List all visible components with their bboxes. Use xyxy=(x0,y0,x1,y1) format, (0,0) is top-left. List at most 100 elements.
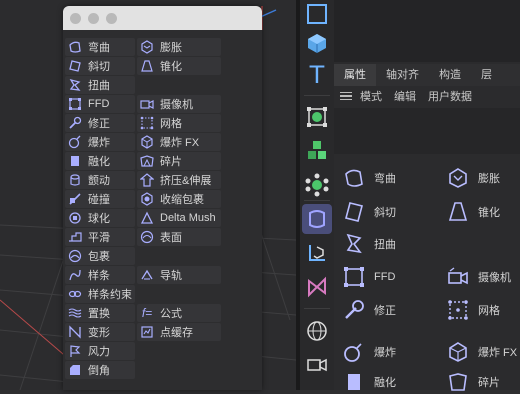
tab-axis-align[interactable]: 轴对齐 xyxy=(376,64,429,86)
menu-item-displacer[interactable]: 置换 xyxy=(65,304,135,322)
wrench-icon xyxy=(69,116,82,129)
tab-construct[interactable]: 构造 xyxy=(429,64,471,86)
menu-item-spherify[interactable]: 球化 xyxy=(65,209,135,227)
menu-item-rail[interactable]: 导轨 xyxy=(137,266,221,284)
generator-tool-button[interactable] xyxy=(302,102,332,132)
minimize-button[interactable] xyxy=(88,12,99,24)
menu-item-wind[interactable]: 风力 xyxy=(65,342,135,360)
cloner-tool-button[interactable] xyxy=(302,170,332,200)
menu-item-camera[interactable]: 摄像机 xyxy=(137,95,221,113)
shatter-icon xyxy=(140,155,154,167)
menu-label: 样条约束 xyxy=(88,289,132,301)
subtab-edit[interactable]: 编辑 xyxy=(394,88,416,104)
null-tool-button[interactable] xyxy=(302,238,332,268)
menu-item-ffd[interactable]: FFD xyxy=(65,95,135,113)
maximize-button[interactable] xyxy=(106,12,117,24)
grid-item-twist[interactable]: 扭曲 xyxy=(342,232,396,256)
bend-icon xyxy=(69,41,81,53)
jiggle-icon xyxy=(70,174,80,186)
menu-item-bulge[interactable]: 膨胀 xyxy=(137,38,221,56)
camera-deformer-icon xyxy=(448,267,468,285)
menu-label: 导轨 xyxy=(160,270,182,282)
camera-icon xyxy=(307,358,327,372)
menu-item-squash-stretch[interactable]: 挤压&伸展 xyxy=(137,171,221,189)
menu-item-smoothing[interactable]: 平滑 xyxy=(65,228,135,246)
tab-layers[interactable]: 层 xyxy=(471,64,502,86)
grid-item-ffd[interactable]: FFD xyxy=(342,265,395,289)
menu-item-correction[interactable]: 修正 xyxy=(65,114,135,132)
spline-wrap-icon xyxy=(68,290,82,298)
grid-item-bulge[interactable]: 膨胀 xyxy=(446,166,500,190)
menu-item-formula[interactable]: f= 公式 xyxy=(137,304,221,322)
array-tool-button[interactable] xyxy=(302,136,332,166)
menu-item-jiggle[interactable]: 颤动 xyxy=(65,171,135,189)
menu-label: 样条 xyxy=(88,270,110,282)
melt-icon xyxy=(348,374,360,390)
menu-item-spline[interactable]: 样条 xyxy=(65,266,135,284)
menu-item-taper[interactable]: 锥化 xyxy=(137,57,221,75)
camera-tool-button[interactable] xyxy=(302,350,332,380)
grid-item-shear[interactable]: 斜切 xyxy=(342,200,396,224)
menu-item-spline-wrap[interactable]: 样条约束 xyxy=(65,285,135,303)
menu-item-explosion[interactable]: 爆炸 xyxy=(65,133,135,151)
scene-tool-button[interactable] xyxy=(302,272,332,302)
menu-label: 碎片 xyxy=(160,156,182,168)
grid-item-explosion[interactable]: 爆炸 xyxy=(342,340,396,364)
menu-item-morph[interactable]: 变形 xyxy=(65,323,135,341)
grid-label-taper: 锥化 xyxy=(478,207,500,219)
menu-label: 收缩包裹 xyxy=(160,194,204,206)
bend-deformer-icon xyxy=(309,210,325,228)
grid-item-camera[interactable]: 摄像机 xyxy=(446,265,511,289)
menu-item-explosion-fx[interactable]: 爆炸 FX xyxy=(137,133,221,151)
rectangle-tool-button[interactable] xyxy=(302,0,332,30)
menu-item-shatter[interactable]: 碎片 xyxy=(137,152,221,170)
globe-icon xyxy=(307,321,327,341)
hamburger-icon[interactable] xyxy=(340,90,352,103)
menu-item-melt[interactable]: 融化 xyxy=(65,152,135,170)
menu-item-surface[interactable]: 表面 xyxy=(137,228,221,246)
tab-attributes[interactable]: 属性 xyxy=(334,64,376,86)
displacer-icon xyxy=(68,308,82,318)
bend-icon xyxy=(345,169,363,187)
cube-icon xyxy=(308,34,326,53)
mesh-icon xyxy=(140,116,154,130)
menu-label: 置换 xyxy=(88,308,110,320)
menu-item-mesh[interactable]: 网格 xyxy=(137,114,221,132)
menu-label: 包裹 xyxy=(88,251,110,263)
deformer-tool-button[interactable] xyxy=(302,204,332,234)
menu-item-collision[interactable]: 碰撞 xyxy=(65,190,135,208)
environment-tool-button[interactable] xyxy=(302,316,332,346)
close-button[interactable] xyxy=(70,12,81,24)
attribute-content xyxy=(334,108,520,154)
grid-item-mesh[interactable]: 网格 xyxy=(446,298,500,322)
formula-icon: f= xyxy=(141,306,153,320)
menu-item-bend[interactable]: 弯曲 xyxy=(65,38,135,56)
grid-item-taper[interactable]: 锥化 xyxy=(446,200,500,224)
grid-item-melt[interactable]: 融化 xyxy=(342,370,396,394)
grid-item-explosion-fx[interactable]: 爆炸 FX xyxy=(446,340,517,364)
window-titlebar[interactable] xyxy=(63,6,262,30)
menu-label: 球化 xyxy=(88,213,110,225)
menu-item-point-cache[interactable]: 点缓存 xyxy=(137,323,221,341)
menu-item-shear[interactable]: 斜切 xyxy=(65,57,135,75)
cubes-stack-icon xyxy=(308,141,326,159)
cube-tool-button[interactable] xyxy=(302,28,332,58)
menu-item-delta-mush[interactable]: Delta Mush xyxy=(137,209,221,227)
surface-icon xyxy=(140,230,154,244)
grid-item-bend[interactable]: 弯曲 xyxy=(342,166,396,190)
grid-item-shatter[interactable]: 碎片 xyxy=(446,370,500,394)
melt-icon xyxy=(71,156,79,166)
menu-item-twist[interactable]: 扭曲 xyxy=(65,76,135,94)
text-tool-button[interactable]: T xyxy=(302,60,332,90)
subtab-userdata[interactable]: 用户数据 xyxy=(428,88,472,104)
bevel-icon xyxy=(70,365,80,375)
spline-icon xyxy=(69,269,81,281)
axis-null-icon xyxy=(309,245,325,261)
subtab-mode[interactable]: 模式 xyxy=(360,88,382,104)
rectangle-icon xyxy=(307,4,327,24)
grid-item-correction[interactable]: 修正 xyxy=(342,298,396,322)
menu-item-shrink-wrap[interactable]: 收缩包裹 xyxy=(137,190,221,208)
menu-item-wrap[interactable]: 包裹 xyxy=(65,247,135,265)
menu-item-bevel[interactable]: 倒角 xyxy=(65,361,135,379)
bomb-icon xyxy=(68,135,81,149)
